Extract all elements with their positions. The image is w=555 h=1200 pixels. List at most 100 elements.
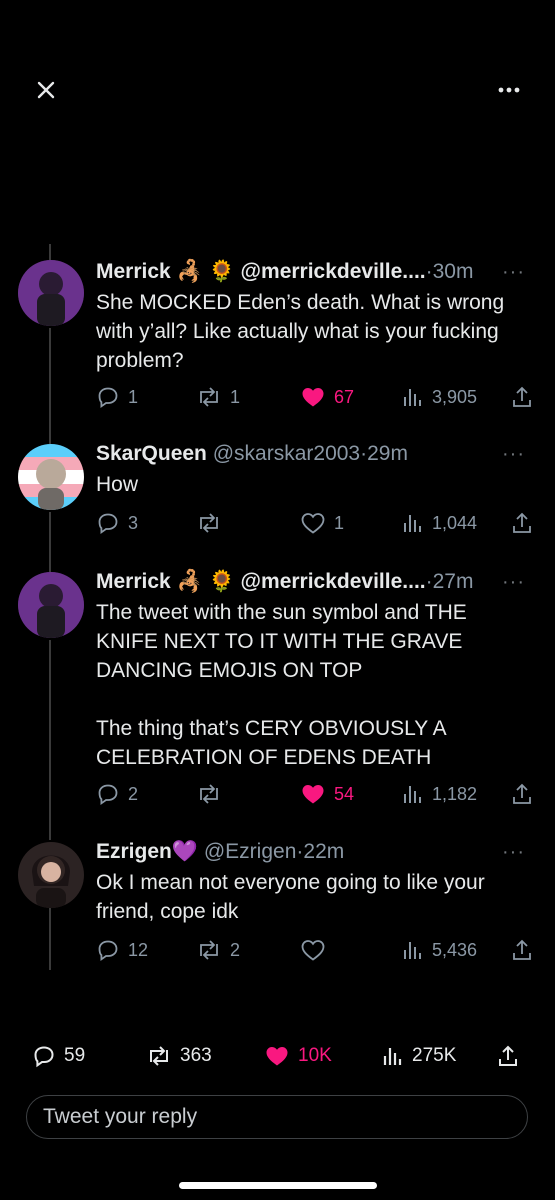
like-count: 1 — [334, 512, 345, 533]
retweet-icon — [200, 940, 218, 960]
views-count: 1,182 — [432, 783, 478, 804]
reply-count: 2 — [128, 783, 139, 804]
retweet-count: 1 — [230, 386, 241, 407]
share-button[interactable] — [510, 385, 534, 409]
close-icon — [37, 81, 55, 99]
heart-icon — [302, 388, 324, 407]
handle[interactable]: @merrickdeville.... — [241, 570, 426, 593]
like-count: 10K — [298, 1045, 332, 1066]
share-button[interactable] — [510, 938, 534, 962]
tweet-header: Merrick 🦂 🌻 @merrickdeville....·27m ··· — [96, 568, 525, 596]
reply-icon — [34, 1046, 54, 1068]
handle[interactable]: @skarskar2003 — [213, 442, 360, 465]
tweet-header: Ezrigen💜 @Ezrigen·22m ··· — [96, 838, 525, 866]
tweet-actions: 2 54 1,182 — [96, 782, 531, 812]
name-emoji: 🦂 🌻 — [176, 570, 235, 593]
retweet-count: 2 — [230, 939, 241, 960]
display-name[interactable]: Merrick — [96, 570, 171, 593]
display-name[interactable]: SkarQueen — [96, 442, 207, 465]
top-bar — [0, 70, 555, 110]
more-options-button[interactable] — [493, 74, 525, 106]
like-button[interactable]: 67 — [300, 385, 354, 409]
views-button[interactable]: 275K — [382, 1044, 456, 1068]
share-icon — [513, 939, 531, 960]
reply-button[interactable]: 59 — [32, 1044, 85, 1068]
reply-icon — [98, 513, 118, 535]
display-name[interactable]: Merrick — [96, 260, 171, 283]
reply-button[interactable]: 1 — [96, 385, 138, 409]
thread-line — [49, 512, 51, 572]
tweet-actions: 3 1 1,044 — [96, 511, 531, 541]
views-chart-icon — [404, 389, 421, 406]
thread-line-top — [49, 244, 51, 260]
reply-icon — [98, 784, 118, 806]
views-chart-icon — [404, 786, 421, 803]
timestamp: ·30m — [425, 260, 474, 283]
views-button[interactable]: 1,182 — [402, 782, 477, 806]
avatar[interactable] — [18, 842, 84, 908]
like-button[interactable] — [300, 938, 334, 962]
name-emoji: 💜 — [171, 840, 199, 863]
thread-line — [49, 908, 51, 970]
thread-line — [49, 328, 51, 444]
reply-icon — [98, 940, 118, 962]
tweet-more-icon[interactable]: ··· — [502, 838, 525, 866]
retweet-icon — [150, 1046, 168, 1066]
timestamp: ·22m — [296, 840, 345, 863]
home-indicator — [179, 1182, 377, 1189]
tweet-actions: 12 2 5,436 — [96, 938, 531, 968]
share-button[interactable] — [510, 511, 534, 535]
reply-count: 59 — [64, 1045, 86, 1066]
handle[interactable]: @Ezrigen — [204, 840, 297, 863]
views-chart-icon — [404, 942, 421, 959]
retweet-button[interactable]: 363 — [146, 1044, 212, 1068]
share-icon — [513, 783, 531, 804]
tweet-actions: 1 1 67 3,905 — [96, 385, 531, 415]
tweet-header: Merrick 🦂 🌻 @merrickdeville....·30m ··· — [96, 258, 525, 286]
tweet-more-icon[interactable]: ··· — [502, 258, 525, 286]
reply-count: 3 — [128, 512, 139, 533]
avatar[interactable] — [18, 260, 84, 326]
name-emoji: 🦂 🌻 — [176, 260, 235, 283]
retweet-button[interactable]: 2 — [196, 938, 240, 962]
heart-outline-icon — [301, 513, 325, 534]
tweet-more-icon[interactable]: ··· — [502, 440, 525, 468]
reply-button[interactable]: 12 — [96, 938, 148, 962]
like-button[interactable]: 10K — [264, 1044, 332, 1068]
share-button[interactable] — [510, 782, 534, 806]
retweet-button[interactable] — [196, 782, 230, 806]
display-name[interactable]: Ezrigen — [96, 840, 172, 863]
thread-line — [49, 640, 51, 840]
main-tweet-actions: 59 363 10K 275K — [0, 1040, 555, 1076]
retweet-icon — [200, 784, 218, 804]
like-button[interactable]: 54 — [300, 782, 354, 806]
reply-button[interactable]: 2 — [96, 782, 138, 806]
share-button[interactable] — [496, 1044, 520, 1068]
retweet-button[interactable]: 1 — [196, 385, 240, 409]
reply-button[interactable]: 3 — [96, 511, 138, 535]
close-button[interactable] — [30, 74, 62, 106]
heart-icon — [266, 1047, 288, 1066]
tweet-header: SkarQueen @skarskar2003·29m ··· — [96, 440, 525, 468]
avatar[interactable] — [18, 572, 84, 638]
share-icon — [513, 386, 531, 407]
reply-count: 12 — [128, 939, 149, 960]
views-button[interactable]: 3,905 — [402, 385, 477, 409]
tweet-text: The tweet with the sun symbol and THE KN… — [96, 601, 467, 769]
like-button[interactable]: 1 — [300, 511, 344, 535]
heart-outline-icon — [301, 940, 325, 961]
heart-icon — [302, 785, 324, 804]
retweet-button[interactable] — [196, 511, 230, 535]
handle[interactable]: @merrickdeville.... — [241, 260, 426, 283]
tweet-more-icon[interactable]: ··· — [502, 568, 525, 596]
views-count: 275K — [412, 1045, 457, 1066]
retweet-icon — [200, 387, 218, 407]
avatar[interactable] — [18, 444, 84, 510]
retweet-icon — [200, 513, 218, 533]
views-chart-icon — [383, 1048, 402, 1065]
reply-input[interactable]: Tweet your reply — [26, 1095, 528, 1139]
tweet-text: She MOCKED Eden’s death. What is wrong w… — [96, 291, 510, 372]
views-chart-icon — [404, 515, 421, 532]
views-button[interactable]: 5,436 — [402, 938, 477, 962]
views-button[interactable]: 1,044 — [402, 511, 477, 535]
